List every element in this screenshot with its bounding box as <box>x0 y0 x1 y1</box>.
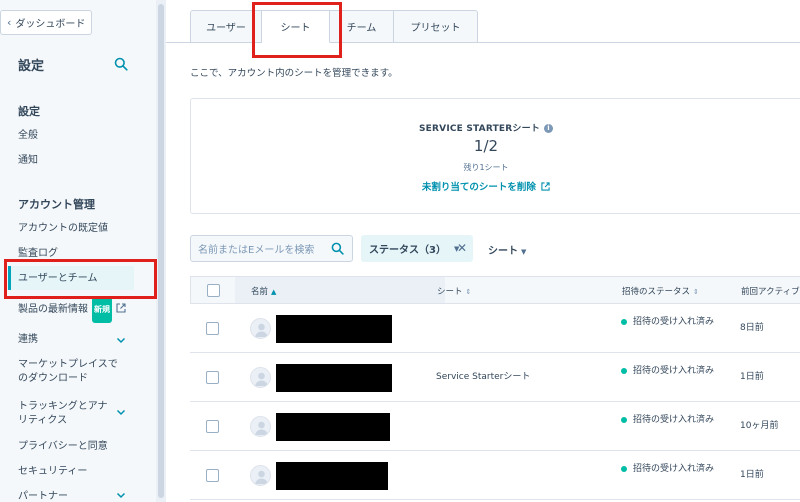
column-header-seat-label: シート <box>437 287 463 297</box>
new-badge: 新規 <box>92 297 112 323</box>
last-active-cell: 10ヶ月前 <box>740 421 779 431</box>
column-header-invite-status[interactable]: 招待のステータス ⇕ <box>622 285 699 297</box>
seat-count: 1/2 <box>473 137 499 155</box>
seat-cell: Service Starterシート <box>436 372 531 382</box>
tab-bar: ユーザー シート チーム プリセット <box>190 10 478 43</box>
sidebar-scrollbar-thumb[interactable] <box>158 4 164 498</box>
seats-remaining: 残り1シート <box>463 163 509 172</box>
sidebar-item-marketplace[interactable]: マーケットプレイスでのダウンロード <box>18 358 126 386</box>
column-header-last-active[interactable]: 前回アクティブ <box>741 285 800 297</box>
avatar <box>250 465 271 486</box>
seat-card-title-text: SERVICE STARTERシート <box>419 124 540 134</box>
column-header-name[interactable]: 名前 ▲ <box>251 285 276 297</box>
sidebar-item-general[interactable]: 全般 <box>18 129 138 143</box>
status-dot <box>621 416 627 423</box>
column-header-seat[interactable]: シート ⇕ <box>437 285 471 297</box>
status-dot <box>621 318 627 325</box>
seat-filter-label: シート <box>488 246 518 257</box>
main-content: ユーザー シート チーム プリセット ここで、アカウント内のシートを管理できます… <box>166 0 800 502</box>
sidebar-item-users-teams[interactable]: ユーザーとチーム <box>18 272 138 286</box>
redacted-user-name <box>276 413 390 441</box>
last-active-cell: 8日前 <box>740 323 764 333</box>
back-to-dashboard-button[interactable]: ‹ ダッシュボード <box>0 10 92 35</box>
sidebar-item-tracking[interactable]: トラッキングとアナリティクス <box>18 400 114 428</box>
chevron-down-icon[interactable] <box>116 490 126 500</box>
page-description: ここで、アカウント内のシートを管理できます。 <box>190 68 398 79</box>
search-placeholder: 名前またはEメールを検索 <box>198 245 315 256</box>
status-text: 招待の受け入れ済み <box>633 317 715 327</box>
tab-seats[interactable]: シート <box>262 10 330 43</box>
avatar <box>250 416 271 437</box>
tab-presets[interactable]: プリセット <box>394 10 478 43</box>
sidebar-item-privacy[interactable]: プライバシーと同意 <box>18 440 138 454</box>
status-filter-chip[interactable]: ステータス（3） ▼ ✕ <box>361 235 473 262</box>
column-header-invite-status-label: 招待のステータス <box>622 287 691 297</box>
row-checkbox[interactable] <box>206 371 219 384</box>
sidebar-section-account: アカウント管理 <box>18 198 95 211</box>
search-icon[interactable] <box>114 57 128 71</box>
status-text: 招待の受け入れ済み <box>633 415 715 425</box>
seat-card-title: SERVICE STARTERシート i <box>191 121 781 134</box>
table-header: 名前 ▲ シート ⇕ 招待のステータス ⇕ 前回アクティブ <box>190 276 800 304</box>
status-filter-label: ステータス（3） <box>369 245 446 256</box>
close-icon[interactable]: ✕ <box>457 241 467 255</box>
seat-summary-card: SERVICE STARTERシート i 1/2 残り1シート 未割り当てのシート… <box>190 98 800 214</box>
caret-down-icon: ▼ <box>521 248 527 256</box>
external-link-icon <box>541 182 550 191</box>
tab-teams[interactable]: チーム <box>330 10 394 43</box>
status-dot <box>621 367 627 374</box>
status-cell: 招待の受け入れ済み <box>621 315 731 329</box>
sidebar-title: 設定 <box>18 59 45 74</box>
search-input[interactable]: 名前またはEメールを検索 <box>190 235 353 262</box>
seat-filter-dropdown[interactable]: シート ▼ <box>488 242 526 257</box>
sidebar-section-settings: 設定 <box>18 105 40 118</box>
status-text: 招待の受け入れ済み <box>633 464 715 474</box>
row-checkbox[interactable] <box>206 322 219 335</box>
sidebar-item-security[interactable]: セキュリティー <box>18 465 138 479</box>
chevron-down-icon[interactable] <box>116 335 126 345</box>
back-button-label: ダッシュボード <box>15 19 86 30</box>
table-row[interactable]: 招待の受け入れ済み 1日前 <box>190 451 800 500</box>
settings-sidebar: ‹ ダッシュボード 設定 設定 全般 通知 アカウント管理 アカウントの既定値 … <box>0 0 166 502</box>
chevron-left-icon: ‹ <box>7 16 12 29</box>
table-row[interactable]: Service Starterシート 招待の受け入れ済み 1日前 <box>190 353 800 402</box>
status-text: 招待の受け入れ済み <box>633 366 715 376</box>
info-icon[interactable]: i <box>544 124 553 133</box>
status-cell: 招待の受け入れ済み <box>621 462 731 476</box>
chevron-down-icon[interactable] <box>116 407 126 417</box>
external-link-icon <box>116 303 126 313</box>
table-row[interactable]: 招待の受け入れ済み 10ヶ月前 <box>190 402 800 451</box>
last-active-cell: 1日前 <box>740 470 764 480</box>
delete-link-label: 未割り当てのシートを削除 <box>421 182 536 193</box>
delete-unassigned-seats-link[interactable]: 未割り当てのシートを削除 <box>191 179 781 193</box>
sort-icon: ⇕ <box>465 288 472 296</box>
sidebar-item-audit-log[interactable]: 監査ログ <box>18 247 138 261</box>
select-all-checkbox[interactable] <box>207 284 220 297</box>
last-active-cell: 1日前 <box>740 372 764 382</box>
row-checkbox[interactable] <box>206 420 219 433</box>
row-checkbox[interactable] <box>206 469 219 482</box>
status-cell: 招待の受け入れ済み <box>621 413 731 427</box>
column-header-name-label: 名前 <box>251 287 269 297</box>
search-icon[interactable] <box>331 242 344 255</box>
avatar <box>250 367 271 388</box>
sort-asc-icon: ▲ <box>271 288 277 296</box>
status-cell: 招待の受け入れ済み <box>621 364 731 378</box>
status-dot <box>621 465 627 472</box>
redacted-user-name <box>276 462 388 490</box>
redacted-user-name <box>276 315 392 343</box>
sidebar-item-notifications[interactable]: 通知 <box>18 154 138 168</box>
redacted-user-name <box>276 364 392 392</box>
sidebar-item-account-defaults[interactable]: アカウントの既定値 <box>18 222 138 236</box>
sort-icon: ⇕ <box>693 288 699 296</box>
tab-users[interactable]: ユーザー <box>190 10 262 43</box>
avatar <box>250 318 271 339</box>
table-row[interactable]: 招待の受け入れ済み 8日前 <box>190 304 800 353</box>
